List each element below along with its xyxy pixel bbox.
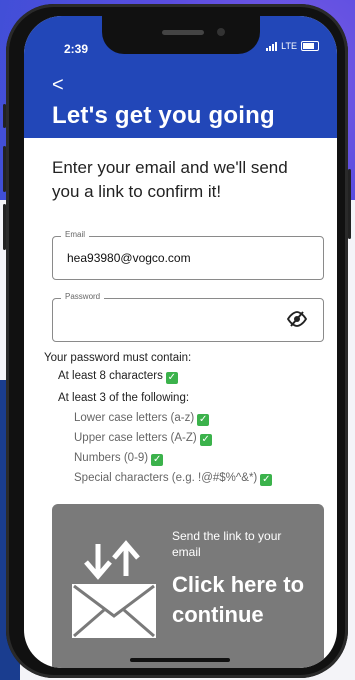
phone-screen: 2:39 LTE < Let's get you going Enter you…	[24, 16, 337, 668]
volume-button	[3, 104, 6, 128]
mail-send-icon	[72, 540, 156, 638]
signal-icon	[266, 41, 278, 51]
requirement-length: At least 8 characters ✓	[58, 370, 178, 384]
password-field[interactable]: Password	[52, 292, 324, 342]
check-icon: ✓	[260, 474, 273, 486]
requirements-heading: Your password must contain:	[44, 352, 192, 364]
speaker	[162, 30, 204, 35]
status-time: 2:39	[64, 42, 89, 56]
send-link-button[interactable]: Send the link to your email Click here t…	[52, 504, 324, 668]
check-icon: ✓	[151, 454, 164, 466]
check-icon: ✓	[197, 414, 210, 426]
main-content: Enter your email and we'll send you a li…	[24, 138, 337, 668]
battery-icon	[301, 41, 319, 51]
power-button	[348, 169, 351, 239]
requirement-categories: At least 3 of the following:	[58, 392, 190, 404]
check-icon: ✓	[165, 372, 178, 384]
email-field[interactable]: Email hea93980@vogco.com	[52, 230, 324, 280]
requirement-uppercase: Upper case letters (A-Z) ✓	[74, 432, 212, 446]
intro-text: Enter your email and we'll send you a li…	[52, 158, 288, 201]
requirement-lowercase: Lower case letters (a-z) ✓	[74, 412, 210, 426]
network-label: LTE	[281, 41, 297, 51]
email-value: hea93980@vogco.com	[67, 251, 191, 265]
cta-subtitle: Send the link to your email	[172, 529, 282, 559]
page-title: Let's get you going	[52, 102, 275, 129]
volume-button	[3, 204, 6, 250]
status-indicators: LTE	[266, 41, 319, 51]
check-icon: ✓	[199, 434, 212, 446]
chevron-left-icon[interactable]: <	[52, 74, 64, 97]
volume-button	[3, 146, 6, 192]
notch	[102, 16, 260, 54]
phone-frame: 2:39 LTE < Let's get you going Enter you…	[3, 4, 351, 678]
cta-title: Click here to continue	[172, 572, 305, 627]
email-label: Email	[61, 230, 90, 239]
password-label: Password	[61, 292, 105, 301]
requirement-special: Special characters (e.g. !@#$%^&*) ✓	[74, 472, 273, 486]
camera	[217, 28, 225, 36]
home-indicator	[130, 658, 230, 662]
eye-slash-icon[interactable]	[286, 311, 308, 330]
requirement-numbers: Numbers (0-9) ✓	[74, 452, 164, 466]
